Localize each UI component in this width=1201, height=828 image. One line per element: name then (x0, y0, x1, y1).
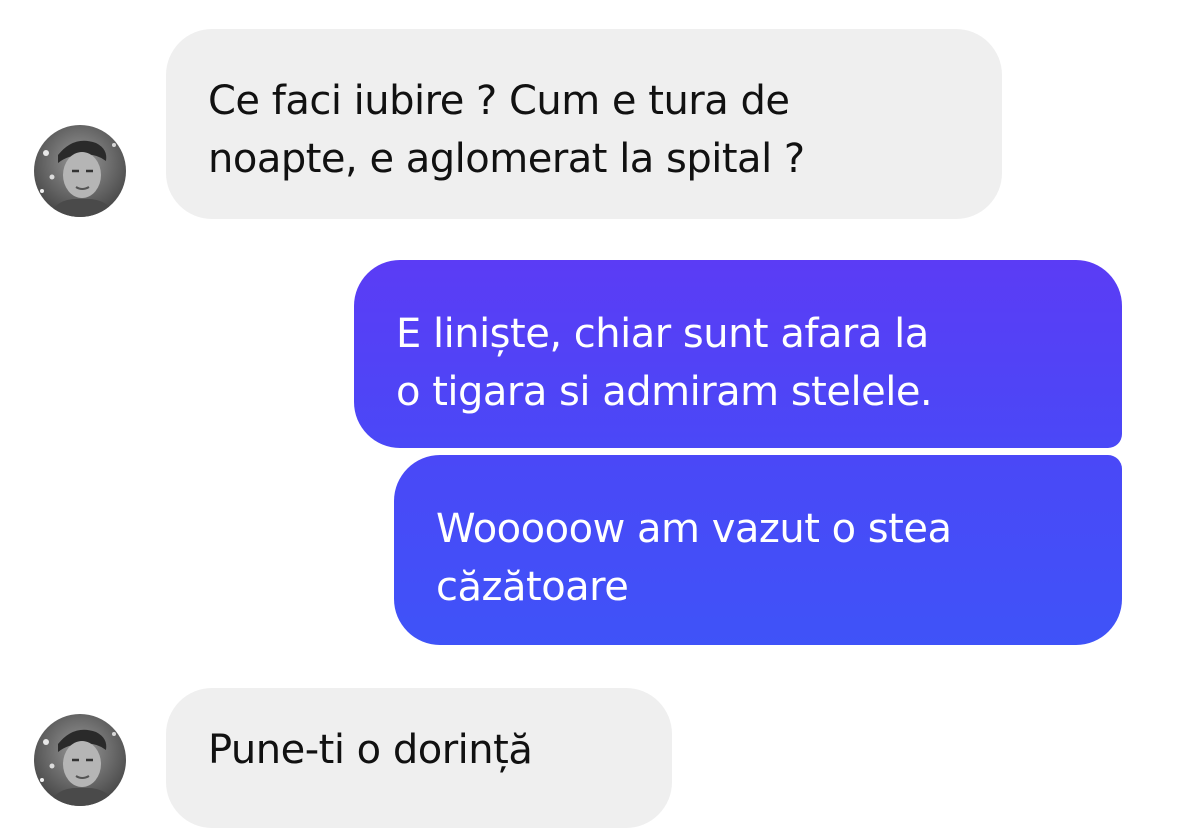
outgoing-message-bubble[interactable]: Wooooow am vazut o stea căzătoare (394, 455, 1122, 645)
incoming-message-bubble[interactable]: Ce faci iubire ? Cum e tura de noapte, e… (166, 29, 1002, 219)
contact-avatar[interactable] (34, 714, 126, 806)
message-text: Pune-ti o dorință (208, 727, 533, 773)
person-photo-icon (34, 714, 126, 806)
contact-avatar[interactable] (34, 125, 126, 217)
person-photo-icon (34, 125, 126, 217)
message-text: E liniște, chiar sunt afara la o tigara … (396, 311, 933, 415)
incoming-message-bubble[interactable]: Pune-ti o dorință (166, 688, 672, 828)
message-text: Wooooow am vazut o stea căzătoare (436, 506, 952, 610)
message-text: Ce faci iubire ? Cum e tura de noapte, e… (208, 78, 805, 182)
outgoing-message-bubble[interactable]: E liniște, chiar sunt afara la o tigara … (354, 260, 1122, 448)
